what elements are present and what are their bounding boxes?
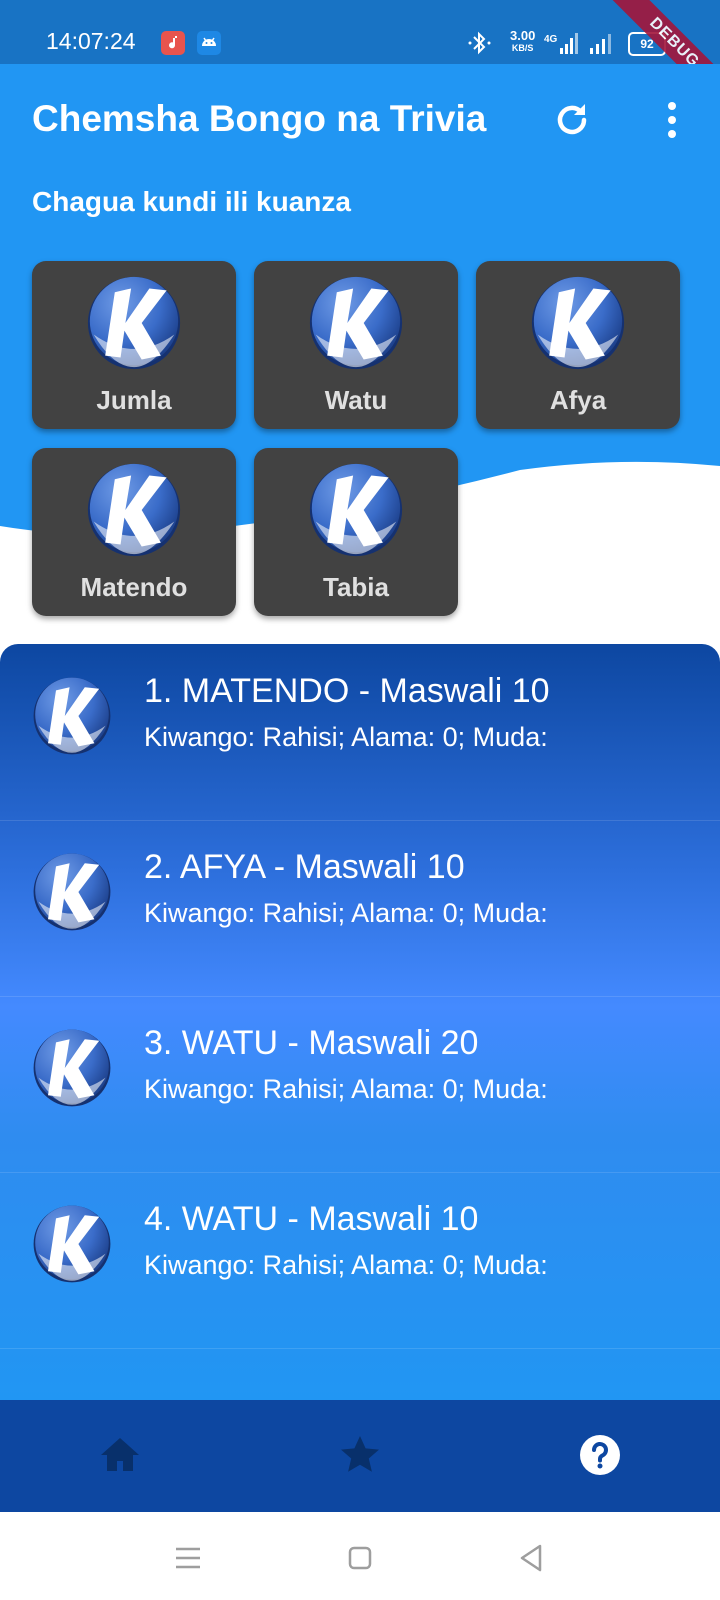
music-notification-icon <box>161 31 185 55</box>
k-logo-icon <box>530 275 626 371</box>
category-label: Matendo <box>80 572 188 602</box>
k-logo-icon <box>308 462 404 558</box>
quiz-list-item[interactable]: 2. AFYA - Maswali 10 Kiwango: Rahisi; Al… <box>0 820 720 997</box>
net-speed-value: 3.00 <box>510 28 536 43</box>
quiz-info: Kiwango: Rahisi; Alama: 0; Muda: <box>144 898 548 928</box>
quiz-info: Kiwango: Rahisi; Alama: 0; Muda: <box>144 1074 548 1104</box>
android-notification-icon <box>197 31 221 55</box>
top-area: Chemsha Bongo na Trivia Chagua kundi ili… <box>0 64 720 664</box>
category-label: Jumla <box>96 385 172 415</box>
net-speed-unit: KB/S <box>511 43 534 53</box>
signal-icon <box>590 34 611 54</box>
k-logo-icon <box>86 275 182 371</box>
category-watu[interactable]: Watu <box>254 261 458 429</box>
k-logo-icon <box>32 1204 112 1284</box>
quiz-title: 3. WATU - Maswali 20 <box>144 1024 479 1062</box>
quiz-info: Kiwango: Rahisi; Alama: 0; Muda: <box>144 722 548 752</box>
category-label: Tabia <box>323 572 389 602</box>
category-label: Watu <box>324 385 388 415</box>
category-jumla[interactable]: Jumla <box>32 261 236 429</box>
app-title: Chemsha Bongo na Trivia <box>32 98 487 139</box>
quiz-list-item[interactable]: 3. WATU - Maswali 20 Kiwango: Rahisi; Al… <box>0 996 720 1173</box>
quiz-title: 4. WATU - Maswali 10 <box>144 1200 479 1238</box>
quiz-list: 1. MATENDO - Maswali 10 Kiwango: Rahisi;… <box>0 644 720 1400</box>
home-square-icon[interactable] <box>342 1540 378 1576</box>
back-icon[interactable] <box>514 1540 550 1576</box>
system-navigation-bar <box>0 1512 720 1600</box>
menu-icon[interactable] <box>170 1540 206 1576</box>
bluetooth-icon <box>468 31 491 55</box>
help-icon[interactable] <box>575 1430 625 1480</box>
quiz-title: 2. AFYA - Maswali 10 <box>144 848 465 886</box>
category-afya[interactable]: Afya <box>476 261 680 429</box>
more-options-button[interactable] <box>650 98 694 142</box>
k-logo-icon <box>32 852 112 932</box>
k-logo-icon <box>32 676 112 756</box>
star-icon[interactable] <box>335 1430 385 1480</box>
k-logo-icon <box>308 275 404 371</box>
home-icon[interactable] <box>95 1430 145 1480</box>
k-logo-icon <box>86 462 182 558</box>
refresh-button[interactable] <box>550 98 594 142</box>
status-bar: 14:07:24 3.00 KB/S 4G 92 DEBUG <box>0 0 720 123</box>
quiz-title: 1. MATENDO - Maswali 10 <box>144 672 550 710</box>
k-logo-icon <box>32 1028 112 1108</box>
bottom-navigation <box>0 1400 720 1512</box>
quiz-list-item[interactable]: 4. WATU - Maswali 10 Kiwango: Rahisi; Al… <box>0 1172 720 1349</box>
quiz-list-item[interactable]: 1. MATENDO - Maswali 10 Kiwango: Rahisi;… <box>0 644 720 821</box>
network-speed: 3.00 KB/S <box>510 28 536 54</box>
status-time: 14:07:24 <box>46 28 136 54</box>
category-label: Afya <box>549 385 607 415</box>
network-type: 4G <box>544 34 558 45</box>
category-prompt: Chagua kundi ili kuanza <box>32 186 351 217</box>
quiz-info: Kiwango: Rahisi; Alama: 0; Muda: <box>144 1250 548 1280</box>
category-matendo[interactable]: Matendo <box>32 448 236 616</box>
signal-4g-icon: 4G <box>544 33 578 54</box>
category-tabia[interactable]: Tabia <box>254 448 458 616</box>
